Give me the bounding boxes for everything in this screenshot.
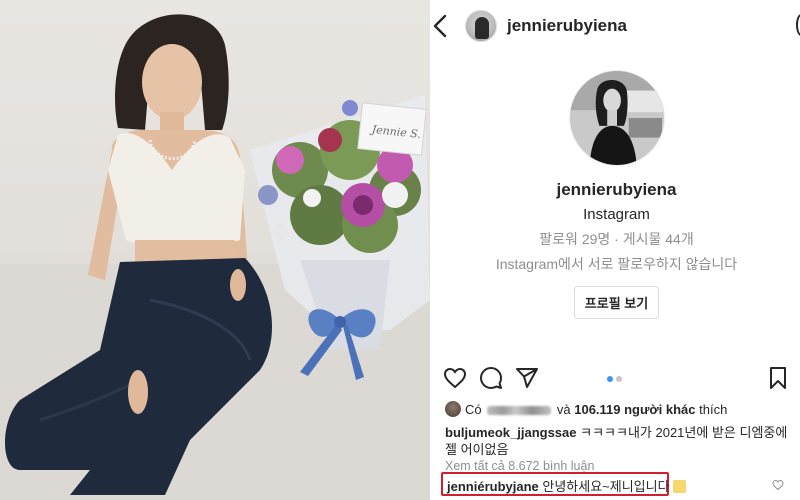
header-username[interactable]: jennierubyiena (507, 16, 627, 36)
view-profile-button[interactable]: 프로필 보기 (573, 286, 660, 319)
comment-like-heart-icon[interactable] (772, 479, 784, 491)
note-card: Jennie S. (357, 102, 427, 156)
profile-header: jennierubyiena (433, 0, 800, 52)
caption-comment: buljumeok_jjangssae ㅋㅋㅋㅋ내가 2021년에 받은 디엠중… (445, 424, 797, 458)
instagram-panel: jennierubyiena jennierubyiena Instagram … (433, 0, 800, 500)
heart-icon[interactable] (443, 366, 467, 390)
liker-avatar[interactable] (445, 401, 461, 417)
carousel-indicator (607, 376, 627, 382)
comment-icon[interactable] (479, 366, 503, 390)
likes-count[interactable]: 106.119 người khác (574, 402, 695, 417)
photo-illustration: Jennie S. (0, 14, 430, 500)
profile-stats: 팔로워 29명 · 게시물 44개 (539, 231, 694, 247)
comment-username[interactable]: buljumeok_jjangssae (445, 425, 577, 440)
highlighted-comment: jenniérubyjane 안녕하세요~제니입니다 (441, 472, 686, 496)
follow-status: Instagram에서 서로 팔로우하지 않습니다 (495, 256, 738, 272)
likes-prefix: Có (465, 402, 482, 417)
header-avatar[interactable] (465, 10, 497, 42)
emoji-icon (672, 480, 686, 493)
post-actions (433, 366, 800, 392)
bookmark-icon[interactable] (766, 366, 790, 390)
reply-username[interactable]: jenniérubyjane (447, 479, 539, 494)
likes-middle: và (556, 402, 571, 417)
post-photo: Jennie S. (0, 0, 430, 500)
carousel-dot-active (607, 376, 613, 382)
profile-username: jennierubyiena (556, 180, 677, 199)
profile-platform: Instagram (583, 206, 650, 223)
carousel-dot (616, 376, 622, 382)
profile-avatar[interactable] (568, 70, 665, 166)
share-icon[interactable] (515, 366, 539, 390)
likes-suffix: thích (699, 402, 728, 417)
profile-card: jennierubyiena Instagram 팔로워 29명 · 게시물 4… (433, 70, 800, 319)
view-all-comments-link[interactable]: Xem tất cả 8.672 bình luận (445, 459, 594, 473)
blurred-username (487, 406, 552, 415)
reply-text: 안녕하세요~제니입니다 (542, 479, 670, 494)
likes-line: Có và 106.119 người khác thích (445, 401, 795, 417)
chevron-left-icon[interactable] (433, 14, 447, 38)
more-options-icon[interactable] (796, 14, 800, 36)
